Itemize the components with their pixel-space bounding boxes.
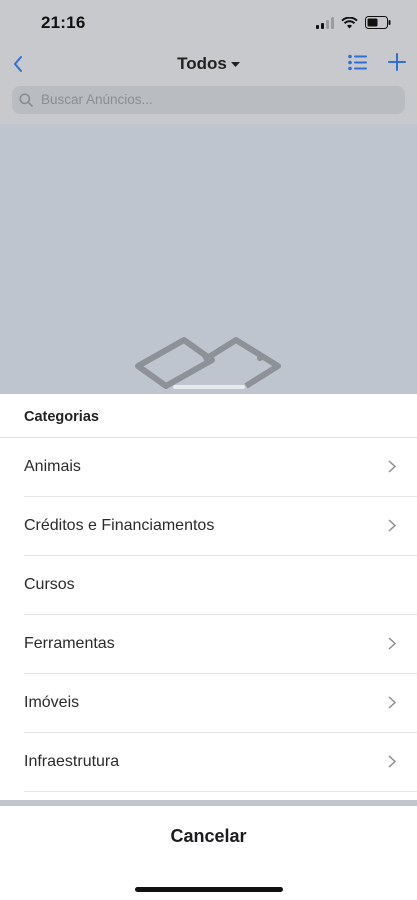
chevron-right-icon [388, 519, 396, 532]
category-item-animais[interactable]: Animais [24, 438, 417, 497]
signal-icon [316, 16, 334, 29]
status-bar: 21:16 [0, 0, 417, 46]
category-label: Créditos e Financiamentos [24, 517, 215, 534]
search-input[interactable]: Buscar Anúncios... [12, 86, 405, 114]
status-time: 21:16 [41, 13, 86, 32]
category-label: Ferramentas [24, 635, 115, 652]
battery-icon [365, 16, 391, 29]
chevron-right-icon [388, 755, 396, 768]
category-item-cursos[interactable]: Cursos [24, 556, 417, 615]
search-icon [19, 93, 33, 107]
category-item-ferramentas[interactable]: Ferramentas [24, 615, 417, 674]
sheet-grabber[interactable] [173, 385, 245, 389]
category-label: Imóveis [24, 694, 80, 711]
cancel-section: Cancelar [0, 806, 417, 900]
chevron-right-icon [388, 696, 396, 709]
status-icons [316, 16, 391, 29]
category-item-creditos[interactable]: Créditos e Financiamentos [24, 497, 417, 556]
wifi-icon [341, 16, 358, 28]
navigation-bar: Todos [0, 48, 417, 82]
home-indicator [135, 887, 283, 892]
top-bar: 21:16 Todos Buscar Anúncios... [0, 0, 417, 124]
category-sheet: Categorias Animais Créditos e Financiame… [0, 394, 417, 800]
chevron-right-icon [388, 637, 396, 650]
sheet-title: Categorias [24, 409, 99, 425]
caret-down-icon [230, 61, 240, 67]
cancel-button[interactable]: Cancelar [0, 826, 417, 847]
category-item-infraestrutura[interactable]: Infraestrutura [24, 733, 417, 792]
chevron-right-icon [388, 460, 396, 473]
category-label: Cursos [24, 576, 75, 593]
sheet-header: Categorias [0, 394, 417, 438]
category-label: Infraestrutura [24, 753, 120, 770]
page-title: Todos [177, 54, 227, 73]
search-placeholder: Buscar Anúncios... [41, 92, 153, 107]
category-label: Animais [24, 458, 81, 475]
category-item-imoveis[interactable]: Imóveis [24, 674, 417, 733]
list-view-icon[interactable] [348, 54, 367, 71]
add-icon[interactable] [388, 53, 406, 71]
